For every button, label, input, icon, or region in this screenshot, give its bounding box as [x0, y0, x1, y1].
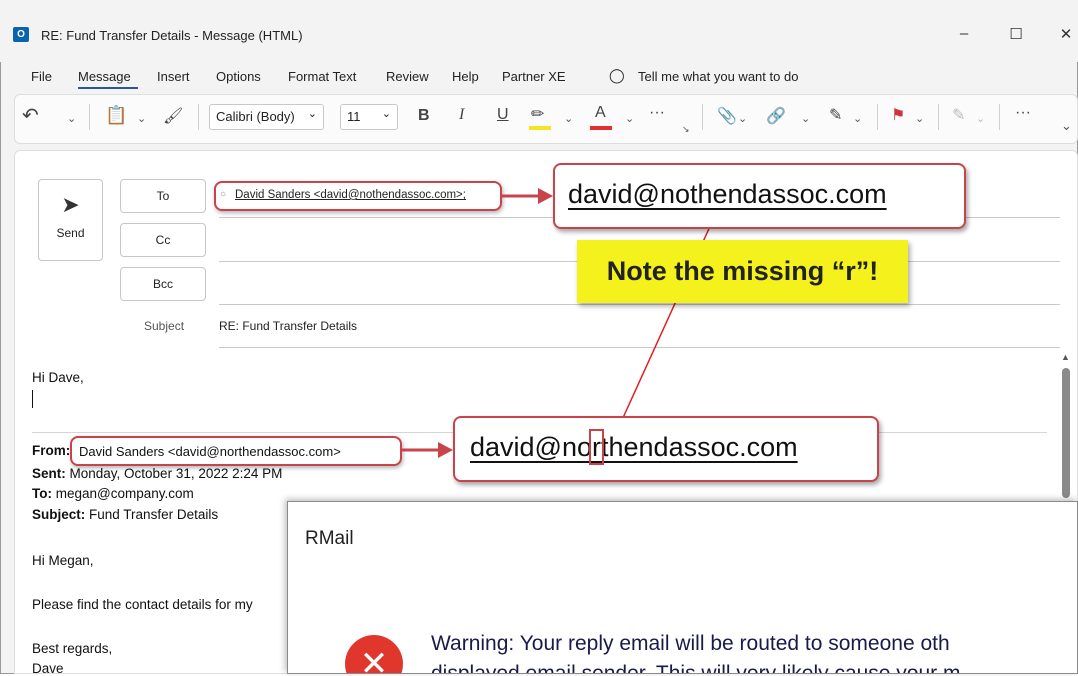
original-email-large: david@northendassoc.com: [470, 429, 798, 465]
reply-email-large: david@nothendassoc.com: [568, 179, 887, 209]
scroll-up-arrow-icon[interactable]: ▲: [1061, 352, 1070, 362]
error-x-icon: ✕: [345, 635, 403, 673]
original-email-callout: david@northendassoc.com: [453, 416, 879, 482]
original-email-part-1: david@no: [470, 432, 592, 462]
arrow-from-callout: [402, 442, 453, 458]
reply-email-callout: david@nothendassoc.com: [553, 163, 966, 229]
rmail-dialog-title: RMail: [305, 528, 354, 549]
scrollbar-thumb[interactable]: [1062, 368, 1070, 498]
original-email-part-2: thendassoc.com: [601, 432, 798, 462]
missing-r-note: Note the missing “r”!: [577, 240, 908, 303]
rmail-warning-dialog: RMail ✕ Warning: Your reply email will b…: [287, 501, 1078, 674]
arrow-to-callout: [502, 188, 553, 204]
rmail-warning-line-1: Warning: Your reply email will be routed…: [431, 632, 950, 655]
highlighted-r-letter: r: [589, 429, 604, 465]
rmail-warning-line-2: displayed email sender. This will very l…: [431, 662, 961, 674]
